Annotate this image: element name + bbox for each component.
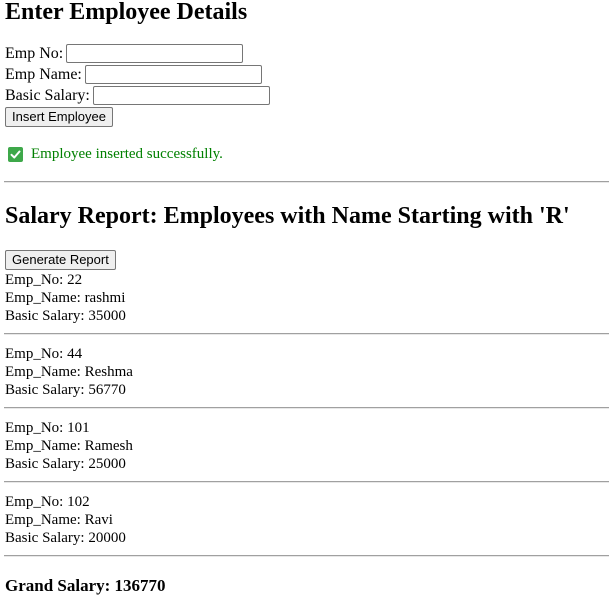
emp-name-text: Emp_Name: rashmi [5, 290, 126, 306]
basic-salary-row: Basic Salary: [5, 85, 270, 106]
basic-salary-label: Basic Salary: [5, 87, 90, 104]
emp-name-text: Emp_Name: Ravi [5, 512, 113, 528]
basic-salary-text: Basic Salary: 35000 [5, 308, 126, 324]
check-box-icon [8, 147, 23, 162]
emp-no-input[interactable] [66, 44, 244, 63]
emp-name-row: Emp Name: [5, 64, 262, 85]
list-item: Emp_No: 102 Emp_Name: Ravi Basic Salary:… [5, 493, 126, 547]
list-item: Emp_No: 44 Emp_Name: Reshma Basic Salary… [5, 345, 133, 399]
basic-salary-input[interactable] [92, 86, 270, 105]
generate-report-button[interactable]: Generate Report [5, 250, 116, 270]
list-item: Emp_No: 101 Emp_Name: Ramesh Basic Salar… [5, 419, 133, 473]
emp-no-text: Emp_No: 102 [5, 494, 90, 510]
basic-salary-text: Basic Salary: 56770 [5, 382, 126, 398]
emp-name-text: Emp_Name: Reshma [5, 364, 133, 380]
grand-salary-total: Grand Salary: 136770 [5, 576, 166, 595]
success-text: Employee inserted successfully. [31, 146, 223, 162]
emp-no-label: Emp No: [5, 45, 64, 62]
basic-salary-text: Basic Salary: 20000 [5, 530, 126, 546]
report-title: Salary Report: Employees with Name Start… [5, 203, 570, 229]
emp-no-row: Emp No: [5, 43, 244, 64]
basic-salary-text: Basic Salary: 25000 [5, 456, 126, 472]
emp-name-text: Emp_Name: Ramesh [5, 438, 133, 454]
row-divider [4, 555, 609, 557]
row-divider [4, 333, 609, 335]
insert-employee-button[interactable]: Insert Employee [5, 107, 113, 127]
emp-no-text: Emp_No: 101 [5, 420, 90, 436]
list-item: Emp_No: 22 Emp_Name: rashmi Basic Salary… [5, 271, 126, 325]
emp-name-label: Emp Name: [5, 66, 82, 83]
success-message: Employee inserted successfully. [8, 146, 223, 163]
emp-no-text: Emp_No: 22 [5, 272, 83, 288]
row-divider [4, 481, 609, 483]
form-title: Enter Employee Details [5, 0, 248, 25]
emp-no-text: Emp_No: 44 [5, 346, 83, 362]
emp-name-input[interactable] [84, 65, 262, 84]
row-divider [4, 407, 609, 409]
section-divider [4, 181, 609, 183]
